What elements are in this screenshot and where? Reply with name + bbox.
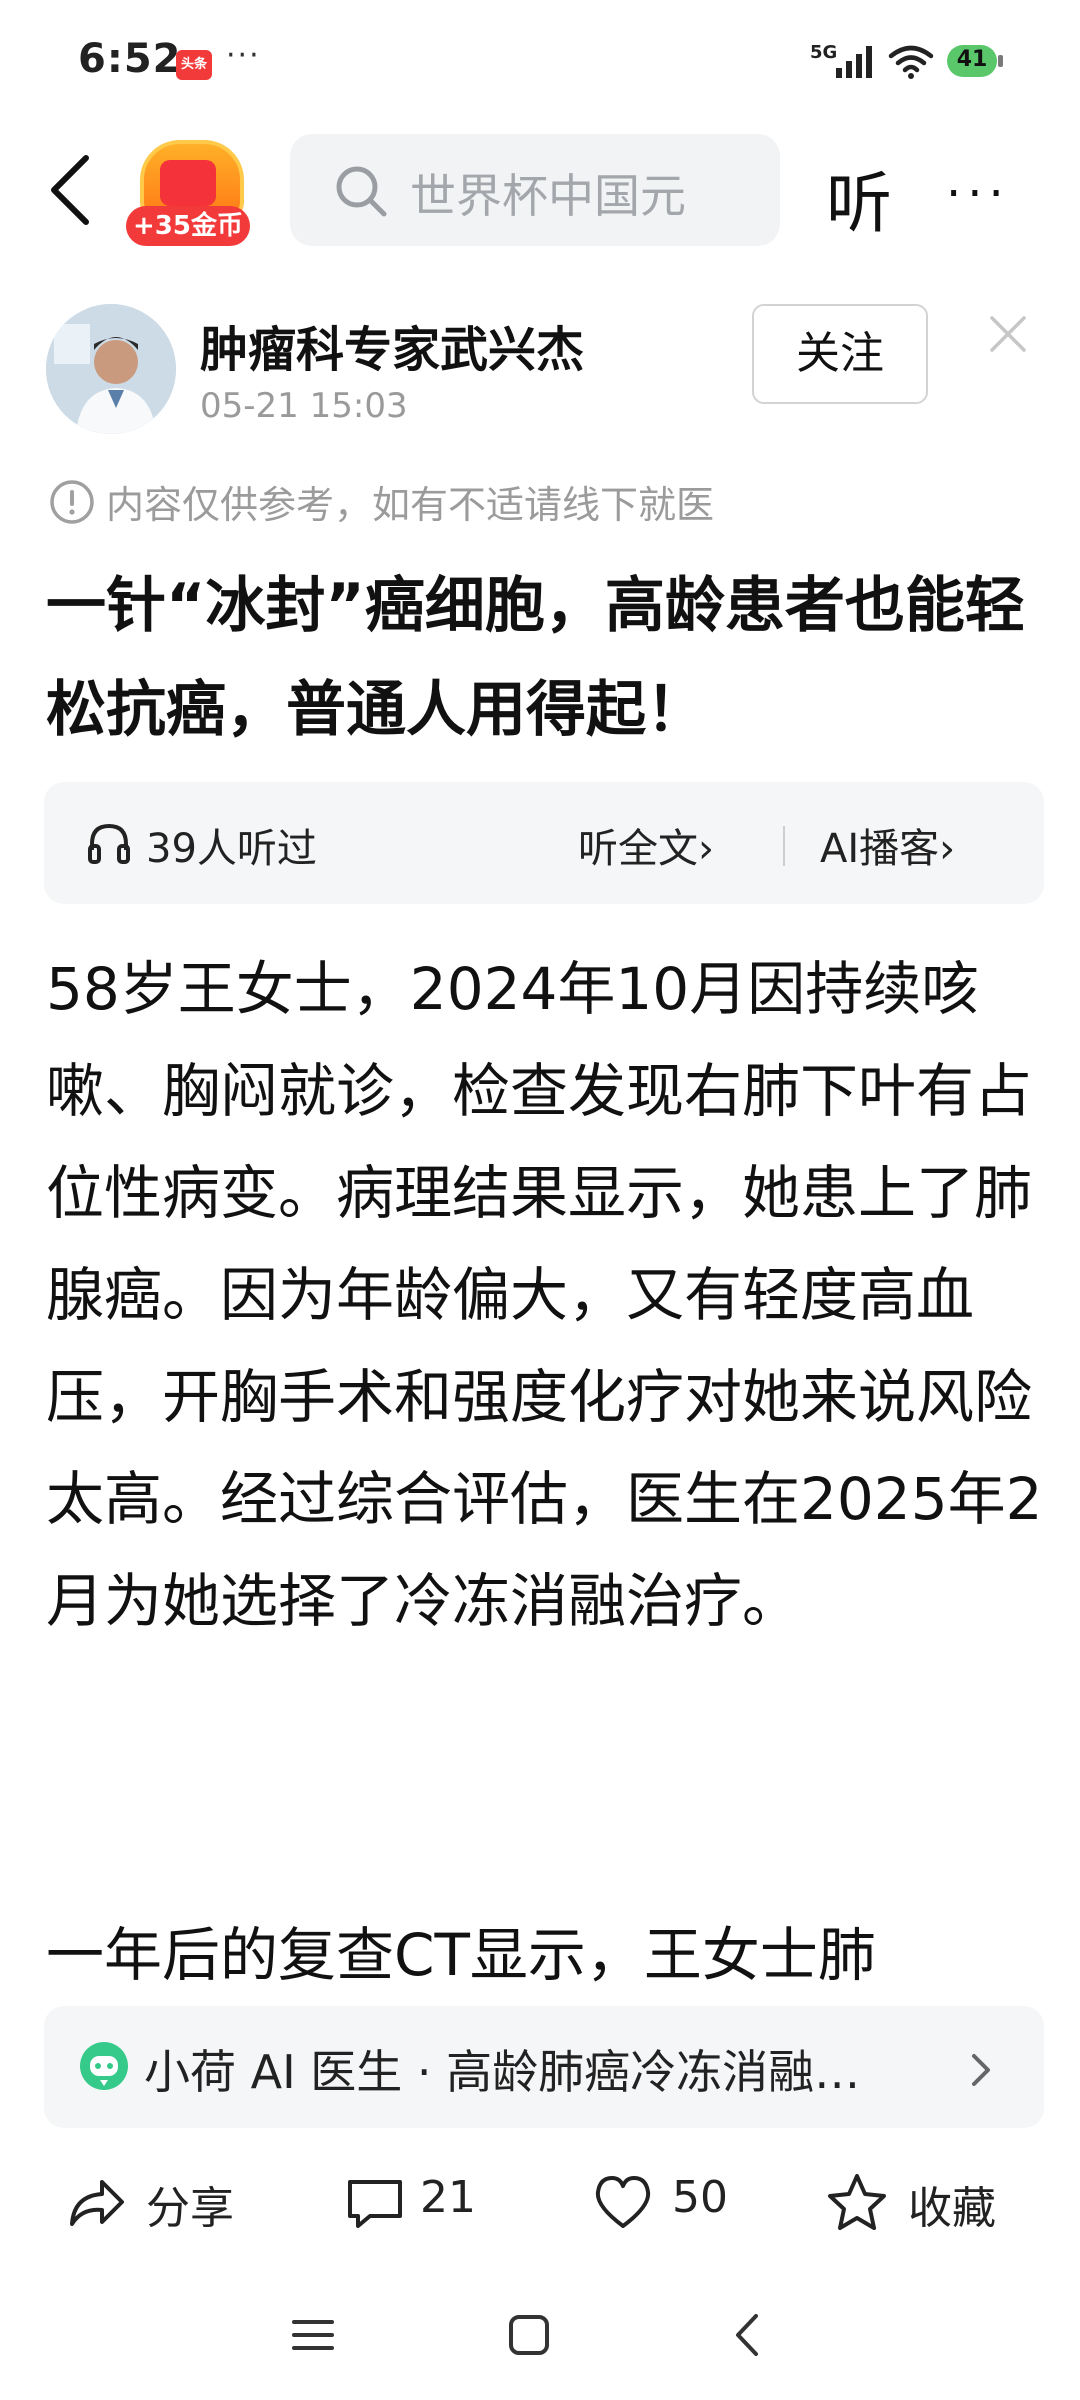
signal-icon	[836, 46, 872, 78]
share-icon[interactable]	[66, 2172, 128, 2234]
article-paragraph: 58岁王女士，2024年10月因持续咳嗽、胸闷就诊，检查发现右肺下叶有占位性病变…	[46, 955, 1043, 1635]
coin-reward-label[interactable]: +35金币	[126, 206, 250, 246]
status-more-dots: ···	[226, 38, 261, 73]
follow-button[interactable]: 关注	[752, 304, 928, 404]
notification-badge: 头条	[176, 50, 212, 80]
author-name[interactable]: 肿瘤科专家武兴杰	[200, 310, 584, 380]
listener-count: 39人听过	[146, 826, 317, 872]
article-title: 一针“冰封”癌细胞，高龄患者也能轻松抗癌，普通人用得起！	[46, 571, 1025, 745]
headphones-icon	[88, 823, 130, 864]
more-menu-button[interactable]: ···	[946, 166, 1010, 222]
battery-icon: 41	[946, 44, 1004, 78]
nav-back-icon[interactable]	[722, 2308, 776, 2362]
post-timestamp: 05-21 15:03	[200, 386, 408, 426]
article-paragraph: 一年后的复查CT显示，王女士肺	[46, 1921, 876, 1989]
status-time: 6:52	[78, 36, 182, 82]
share-label[interactable]: 分享	[146, 2172, 234, 2236]
search-icon	[336, 166, 387, 217]
author-avatar[interactable]	[46, 304, 176, 434]
menu-icon[interactable]	[286, 2308, 340, 2362]
listen-button[interactable]: 听	[826, 150, 892, 246]
ai-doctor-avatar-icon	[80, 2042, 128, 2090]
listen-full-text-button[interactable]: 听全文›	[578, 816, 714, 874]
search-placeholder[interactable]: 世界杯中国元	[410, 160, 730, 226]
ai-doctor-text[interactable]: 小荷 AI 医生 · 高龄肺癌冷冻消融…	[144, 2036, 954, 2102]
comment-count[interactable]: 21	[420, 2172, 476, 2223]
info-icon	[50, 480, 94, 524]
heart-icon[interactable]	[592, 2172, 654, 2234]
close-icon[interactable]	[986, 312, 1030, 356]
wifi-icon	[888, 45, 934, 79]
disclaimer-text: 内容仅供参考，如有不适请线下就医	[106, 483, 715, 527]
red-envelope-icon	[160, 160, 216, 206]
home-square-icon[interactable]	[502, 2308, 556, 2362]
back-arrow-icon[interactable]	[44, 150, 98, 230]
battery-level: 41	[956, 47, 988, 72]
star-icon[interactable]	[826, 2172, 888, 2234]
chevron-right-icon	[972, 2054, 990, 2086]
comment-icon[interactable]	[344, 2172, 406, 2234]
divider	[783, 826, 785, 866]
ai-podcast-button[interactable]: AI播客›	[820, 816, 955, 874]
favorite-label[interactable]: 收藏	[908, 2172, 996, 2236]
like-count[interactable]: 50	[672, 2172, 728, 2223]
